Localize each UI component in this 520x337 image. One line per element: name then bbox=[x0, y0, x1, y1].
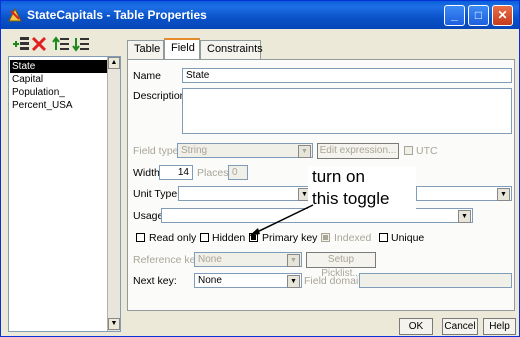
field-domain-input[interactable] bbox=[359, 273, 512, 288]
chevron-down-icon[interactable]: ▼ bbox=[287, 254, 300, 267]
places-input[interactable]: 0 bbox=[228, 165, 248, 180]
move-field-down-icon[interactable] bbox=[72, 35, 90, 53]
callout-line-2: this toggle bbox=[312, 189, 390, 208]
edit-expression-button[interactable]: Edit expression... bbox=[317, 143, 399, 159]
next-key-label: Next key: bbox=[133, 275, 177, 287]
reference-key-label: Reference key bbox=[133, 254, 201, 266]
chevron-down-icon[interactable]: ▼ bbox=[298, 145, 311, 158]
chevron-down-icon[interactable]: ▼ bbox=[458, 210, 471, 223]
title-bar[interactable]: StateCapitals - Table Properties _ □ ✕ bbox=[1, 1, 519, 29]
utc-checkbox[interactable] bbox=[404, 146, 413, 155]
description-label: Description bbox=[133, 90, 186, 102]
window-title: StateCapitals - Table Properties bbox=[27, 8, 207, 22]
tab-field[interactable]: Field bbox=[164, 38, 200, 59]
field-list-item[interactable]: Population_ bbox=[10, 86, 108, 99]
hidden-checkbox[interactable] bbox=[200, 233, 209, 242]
scroll-up-icon[interactable]: ▲ bbox=[108, 57, 120, 69]
unique-checkbox[interactable] bbox=[379, 233, 388, 242]
places-label: Places bbox=[197, 167, 229, 179]
scroll-down-icon[interactable]: ▼ bbox=[108, 318, 120, 330]
table-properties-icon bbox=[8, 7, 22, 22]
unique-label: Unique bbox=[391, 232, 425, 244]
chevron-down-icon[interactable]: ▼ bbox=[497, 188, 510, 201]
next-key-value: None bbox=[198, 275, 222, 286]
width-label: Width bbox=[133, 167, 160, 179]
field-type-select[interactable]: String ▼ bbox=[177, 143, 313, 158]
chevron-down-icon[interactable]: ▼ bbox=[287, 275, 300, 288]
unit-type-select[interactable]: ▼ bbox=[178, 186, 313, 201]
read-only-label: Read only bbox=[149, 232, 197, 244]
indexed-checkbox[interactable] bbox=[321, 233, 330, 242]
close-button[interactable]: ✕ bbox=[492, 5, 513, 26]
field-list-scrollbar[interactable]: ▲ ▼ bbox=[107, 57, 120, 331]
cancel-button[interactable]: Cancel bbox=[442, 318, 478, 335]
unit-select[interactable]: ▼ bbox=[416, 186, 512, 201]
usage-label: Usage bbox=[133, 210, 164, 222]
maximize-button[interactable]: □ bbox=[468, 5, 489, 26]
reference-key-value: None bbox=[198, 254, 222, 265]
width-input[interactable]: 14 bbox=[159, 165, 193, 180]
read-only-checkbox[interactable] bbox=[136, 233, 145, 242]
tab-constraints[interactable]: Constraints bbox=[200, 40, 263, 59]
description-input[interactable] bbox=[182, 88, 512, 134]
field-list-item[interactable]: Capital bbox=[10, 73, 108, 86]
tab-table[interactable]: Table bbox=[127, 40, 164, 59]
help-button[interactable]: Help bbox=[483, 318, 516, 335]
reference-key-select[interactable]: None ▼ bbox=[194, 252, 302, 267]
table-properties-window: StateCapitals - Table Properties _ □ ✕ S… bbox=[0, 0, 520, 337]
unit-type-label: Unit Type bbox=[133, 188, 178, 200]
field-domain-label: Field domain bbox=[304, 275, 365, 287]
utc-label: UTC bbox=[416, 145, 438, 157]
next-key-select[interactable]: None ▼ bbox=[194, 273, 302, 288]
annotation-callout: turn on this toggle bbox=[308, 166, 416, 214]
add-field-icon[interactable] bbox=[12, 35, 30, 53]
field-list[interactable]: State Capital Population_ Percent_USA ▲ … bbox=[8, 56, 121, 332]
field-list-item[interactable]: State bbox=[10, 60, 108, 73]
field-list-item[interactable]: Percent_USA bbox=[10, 99, 108, 112]
setup-picklist-button[interactable]: Setup Picklist... bbox=[306, 252, 376, 279]
delete-field-icon[interactable] bbox=[30, 35, 48, 53]
ok-button[interactable]: OK bbox=[399, 318, 433, 335]
callout-line-1: turn on bbox=[312, 167, 365, 186]
field-type-label: Field type bbox=[133, 145, 179, 157]
minimize-button[interactable]: _ bbox=[444, 5, 465, 26]
move-field-up-icon[interactable] bbox=[52, 35, 70, 53]
name-input[interactable]: State bbox=[182, 68, 512, 83]
indexed-label: Indexed bbox=[334, 232, 372, 244]
callout-arrow bbox=[249, 204, 314, 236]
name-label: Name bbox=[133, 70, 162, 82]
field-type-value: String bbox=[181, 145, 208, 156]
